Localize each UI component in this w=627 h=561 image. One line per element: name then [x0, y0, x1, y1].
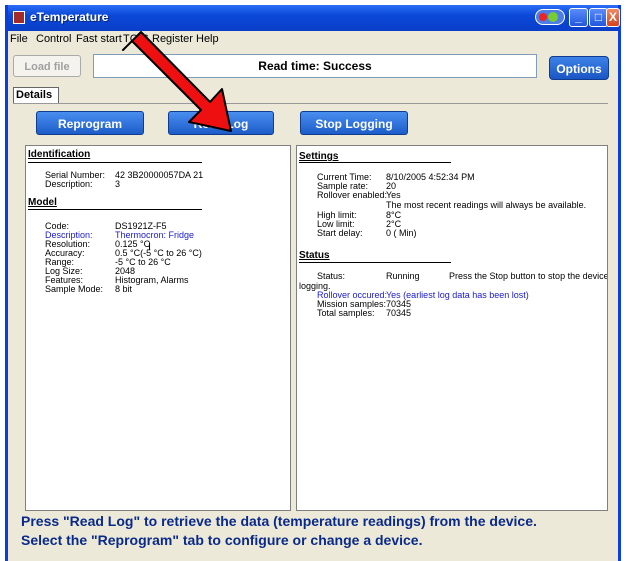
red-arrow-icon: [122, 31, 232, 132]
